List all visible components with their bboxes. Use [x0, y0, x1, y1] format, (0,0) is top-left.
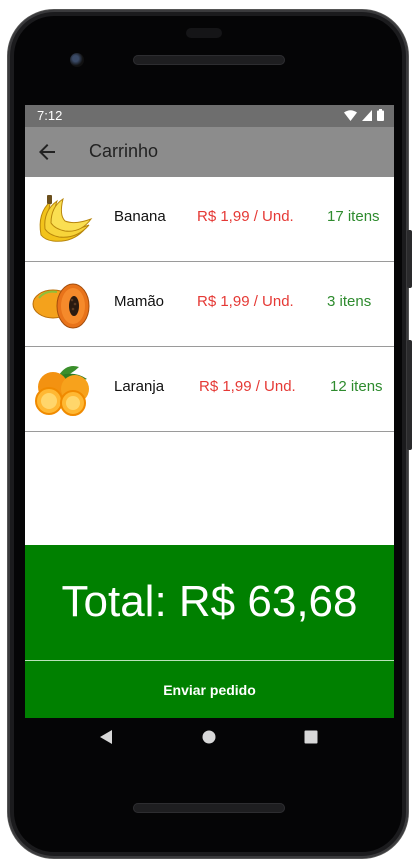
item-quantity: 3 itens — [327, 293, 372, 310]
navigation-bar — [25, 718, 394, 762]
back-nav-icon[interactable] — [99, 729, 113, 745]
item-name: Banana — [114, 208, 166, 225]
cart-item[interactable]: Mamão R$ 1,99 / Und. 3 itens — [25, 262, 394, 347]
cart-item[interactable]: Banana R$ 1,99 / Und. 17 itens — [25, 177, 394, 262]
status-icons — [344, 109, 384, 121]
papaya-icon — [32, 283, 90, 329]
bottom-speaker — [133, 803, 285, 813]
item-quantity: 12 itens — [330, 378, 383, 395]
app-bar: Carrinho — [25, 127, 394, 177]
status-bar: 7:12 — [25, 105, 394, 127]
volume-button — [407, 230, 412, 288]
power-button — [407, 340, 412, 450]
signal-icon — [362, 109, 372, 121]
page-title: Carrinho — [89, 141, 159, 161]
item-quantity: 17 itens — [327, 208, 380, 225]
front-camera — [70, 53, 84, 67]
cart-list: Banana R$ 1,99 / Und. 17 itens Mamão R$ … — [25, 177, 394, 432]
status-time: 7:12 — [37, 108, 63, 123]
earpiece — [186, 28, 222, 38]
item-price: R$ 1,99 / Und. — [197, 208, 294, 225]
app-screen: 7:12 Carrinho Banana R$ 1,99 / Und. 17 i… — [25, 105, 394, 718]
battery-icon — [377, 109, 384, 121]
top-speaker — [133, 55, 285, 65]
home-nav-icon[interactable] — [202, 729, 216, 745]
item-name: Laranja — [114, 378, 165, 395]
total-label: Total: R$ 63,68 — [61, 577, 358, 626]
wifi-icon — [344, 109, 357, 121]
orange-icon — [35, 366, 89, 416]
cart-item[interactable]: Laranja R$ 1,99 / Und. 12 itens — [25, 347, 394, 432]
item-name: Mamão — [114, 293, 165, 310]
send-order-button[interactable]: Enviar pedido — [25, 661, 394, 718]
back-arrow-icon[interactable] — [35, 140, 59, 164]
banana-icon — [39, 195, 93, 242]
total-panel: Total: R$ 63,68 — [25, 545, 394, 660]
item-price: R$ 1,99 / Und. — [199, 378, 296, 395]
item-price: R$ 1,99 / Und. — [197, 293, 294, 310]
recents-nav-icon[interactable] — [304, 729, 318, 745]
